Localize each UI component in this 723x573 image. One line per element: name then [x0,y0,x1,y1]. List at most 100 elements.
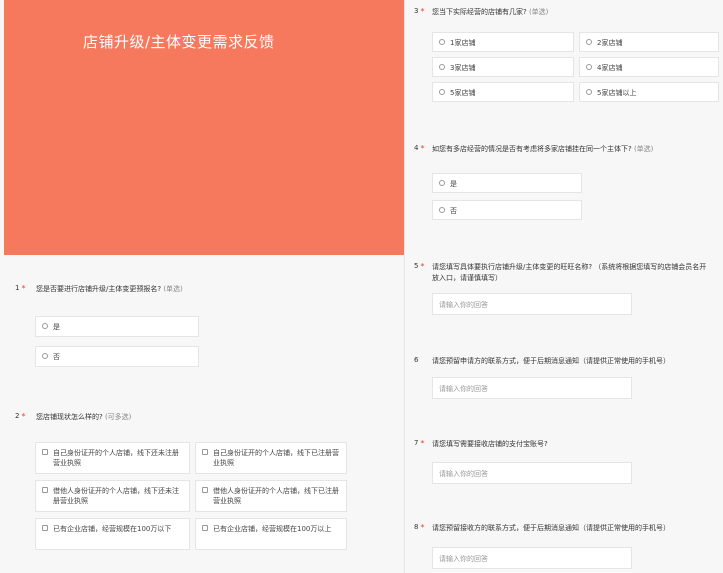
radio-icon [586,64,592,70]
question-2-title: 您店铺现状怎么样的? (可多选) [36,412,131,423]
question-number: 6 [414,356,419,364]
q2-option-3[interactable]: 借他人身份证开的个人店铺，线下还未注册营业执照 [35,480,190,512]
q7-answer-input[interactable]: 请输入你的回答 [432,462,632,484]
q5-answer-input[interactable]: 请输入你的回答 [432,293,632,315]
q4-option-yes[interactable]: 是 [432,173,582,193]
question-text: 如您有多店经营的情况是否有考虑将多家店铺挂在同一个主体下? [432,145,632,153]
header-banner: 店铺升级/主体变更需求反馈 [4,0,404,255]
required-star: * [420,144,425,153]
checkbox-icon [202,449,208,455]
option-label: 自己身份证开的个人店铺，线下还未注册营业执照 [53,449,179,467]
form-title: 店铺升级/主体变更需求反馈 [83,33,275,51]
required-star: * [420,262,425,271]
option-label: 是 [450,180,457,188]
question-3-title: 您当下实际经营的店铺有几家? (单选) [432,7,548,18]
q3-option-2[interactable]: 2家店铺 [579,32,719,52]
checkbox-icon [202,525,208,531]
q3-option-1[interactable]: 1家店铺 [432,32,574,52]
question-hint: (可多选) [104,413,132,421]
q3-option-3[interactable]: 3家店铺 [432,57,574,77]
option-label: 自己身份证开的个人店铺，线下已注册营业执照 [213,449,339,467]
question-text: 请您预留申请方的联系方式，便于后期消息通知（请提供正常使用的手机号） [432,357,670,365]
question-text: 请您填写需要接收店铺的支付宝账号? [432,440,548,448]
radio-icon [586,39,592,45]
question-text: 请您填写具体要执行店铺升级/主体变更的旺旺名称? （系统将根据您填写的店铺会员名… [432,263,707,282]
question-8-number: 8 * [414,523,424,532]
radio-icon [439,207,445,213]
question-hint: (单选) [528,8,549,16]
q3-option-4[interactable]: 4家店铺 [579,57,719,77]
input-placeholder: 请输入你的回答 [439,301,488,309]
q2-option-1[interactable]: 自己身份证开的个人店铺，线下还未注册营业执照 [35,442,190,474]
question-2-number: 2 * [15,412,25,421]
q2-option-2[interactable]: 自己身份证开的个人店铺，线下已注册营业执照 [195,442,347,474]
required-star: * [21,284,26,293]
q4-option-no[interactable]: 否 [432,200,582,220]
option-label: 是 [53,323,60,331]
question-7-title: 请您填写需要接收店铺的支付宝账号? [432,439,548,450]
checkbox-icon [42,525,48,531]
question-1-title: 您是否要进行店铺升级/主体变更预报名? (单选) [36,284,183,295]
question-number: 8 [414,523,419,531]
question-5-title: 请您填写具体要执行店铺升级/主体变更的旺旺名称? （系统将根据您填写的店铺会员名… [432,262,712,284]
checkbox-icon [42,449,48,455]
question-text: 您当下实际经营的店铺有几家? [432,8,527,16]
checkbox-icon [42,487,48,493]
required-star: * [420,523,425,532]
option-label: 借他人身份证开的个人店铺，线下还未注册营业执照 [53,487,179,505]
radio-icon [586,89,592,95]
question-1-number: 1 * [15,284,25,293]
option-label: 5家店铺 [450,89,476,97]
question-hint: (单选) [633,145,654,153]
q2-option-4[interactable]: 借他人身份证开的个人店铺，线下已注册营业执照 [195,480,347,512]
option-label: 否 [450,207,457,215]
question-4-title: 如您有多店经营的情况是否有考虑将多家店铺挂在同一个主体下? (单选) [432,144,653,155]
question-6-title: 请您预留申请方的联系方式，便于后期消息通知（请提供正常使用的手机号） [432,356,717,367]
question-hint: (单选) [163,285,183,293]
option-label: 3家店铺 [450,64,476,72]
question-number: 5 [414,262,419,270]
radio-icon [42,323,48,329]
question-number: 7 [414,439,419,447]
input-placeholder: 请输入你的回答 [439,385,488,393]
option-label: 1家店铺 [450,39,476,47]
question-text: 您店铺现状怎么样的? [36,413,103,421]
question-8-title: 请您预留接收方的联系方式，便于后期消息通知（请提供正常使用的手机号） [432,523,717,534]
question-number: 4 [414,144,419,152]
required-star: * [420,7,425,16]
radio-icon [439,39,445,45]
option-label: 5家店铺以上 [597,89,637,97]
required-star: * [21,412,26,421]
option-label: 4家店铺 [597,64,623,72]
radio-icon [439,180,445,186]
question-text: 您是否要进行店铺升级/主体变更预报名? [36,285,162,293]
q1-option-no[interactable]: 否 [35,346,199,367]
radio-icon [42,353,48,359]
input-placeholder: 请输入你的回答 [439,555,488,563]
option-label: 已有企业店铺，经营规模在100万以上 [213,525,332,533]
radio-icon [439,64,445,70]
question-text: 请您预留接收方的联系方式，便于后期消息通知（请提供正常使用的手机号） [432,524,670,532]
input-placeholder: 请输入你的回答 [439,470,488,478]
option-label: 否 [53,353,60,361]
q2-option-6[interactable]: 已有企业店铺，经营规模在100万以上 [195,518,347,550]
question-number: 1 [15,284,20,292]
question-7-number: 7 * [414,439,424,448]
option-label: 已有企业店铺，经营规模在100万以下 [53,525,172,533]
q6-answer-input[interactable]: 请输入你的回答 [432,377,632,399]
q2-option-5[interactable]: 已有企业店铺，经营规模在100万以下 [35,518,190,550]
question-number: 3 [414,7,419,15]
option-label: 借他人身份证开的个人店铺，线下已注册营业执照 [213,487,339,505]
q3-option-5[interactable]: 5家店铺 [432,82,574,102]
question-4-number: 4 * [414,144,424,153]
q3-option-6[interactable]: 5家店铺以上 [579,82,719,102]
question-3-number: 3 * [414,7,424,16]
required-star: * [420,439,425,448]
question-number: 2 [15,412,20,420]
q1-option-yes[interactable]: 是 [35,316,199,337]
checkbox-icon [202,487,208,493]
question-6-number: 6 [414,356,418,364]
q8-answer-input[interactable]: 请输入你的回答 [432,547,632,569]
question-5-number: 5 * [414,262,424,271]
option-label: 2家店铺 [597,39,623,47]
